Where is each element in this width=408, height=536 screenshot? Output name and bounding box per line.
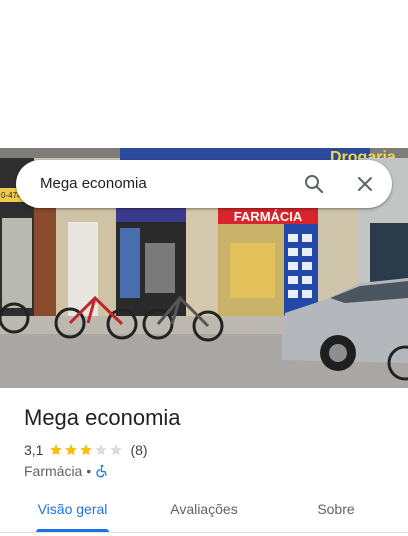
star-icon xyxy=(50,444,63,456)
category-label[interactable]: Farmácia xyxy=(24,463,82,479)
search-icon[interactable] xyxy=(302,172,326,196)
tab-about[interactable]: Sobre xyxy=(298,488,374,532)
star-icon xyxy=(65,444,78,456)
place-title: Mega economia xyxy=(24,405,181,430)
rating-row[interactable]: 3,1 (8) xyxy=(24,441,148,459)
wheelchair-icon[interactable] xyxy=(95,464,109,478)
farmacia-sign-text: FARMÁCIA xyxy=(234,209,303,224)
star-icon xyxy=(110,444,123,456)
star-rating xyxy=(49,443,124,457)
star-icon xyxy=(80,444,93,456)
tab-reviews[interactable]: Avaliações xyxy=(158,488,250,532)
rating-value: 3,1 xyxy=(24,442,44,458)
search-bar[interactable]: Mega economia xyxy=(16,160,392,208)
separator-dot: • xyxy=(86,463,92,479)
star-icon xyxy=(95,444,108,456)
active-tab-indicator xyxy=(36,529,109,532)
search-input[interactable]: Mega economia xyxy=(40,175,147,192)
review-count[interactable]: (8) xyxy=(130,442,147,458)
category-row: Farmácia • xyxy=(24,462,109,480)
tab-overview[interactable]: Visão geral xyxy=(28,488,117,532)
place-tabs: Visão geral Avaliações Sobre xyxy=(0,488,408,533)
close-icon[interactable] xyxy=(353,172,377,196)
